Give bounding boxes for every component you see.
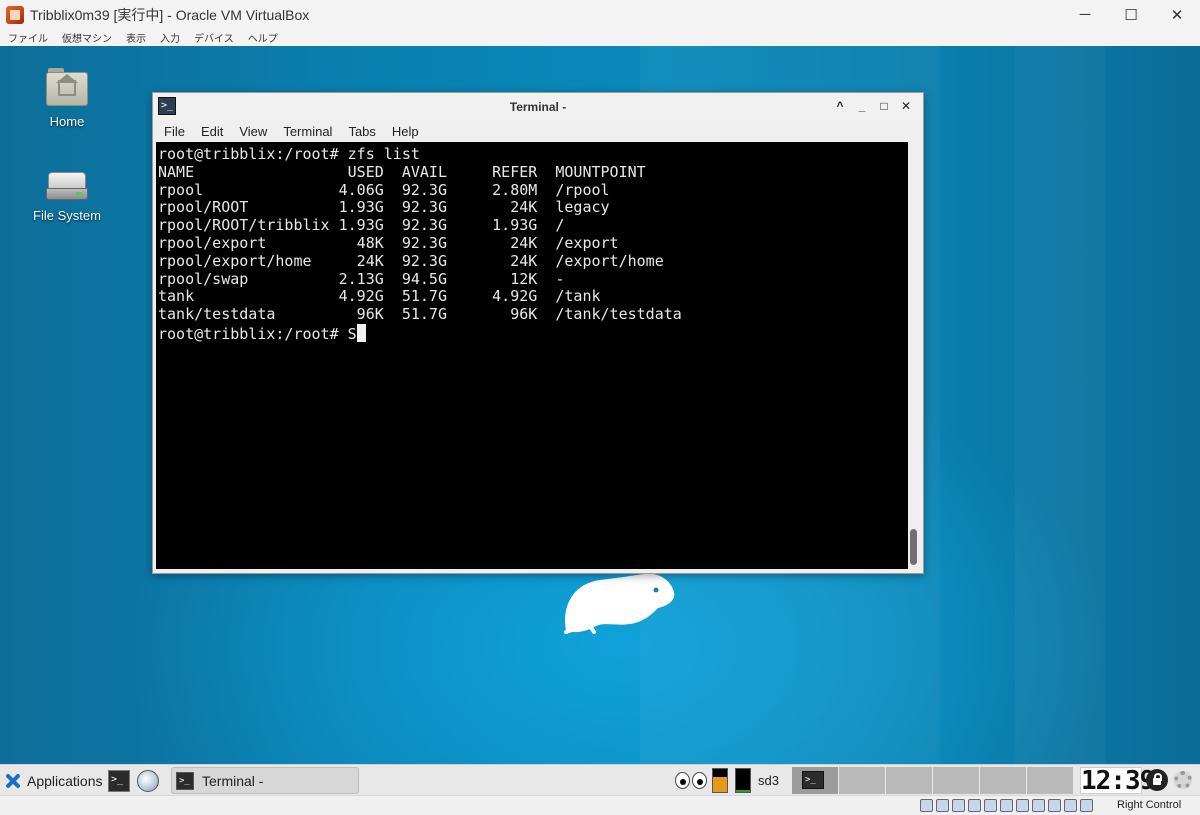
host-minimize-button[interactable]: ─ xyxy=(1062,0,1108,29)
zfs-table-row: rpool/ROOT 1.93G 92.3G 24K legacy xyxy=(158,198,610,217)
host-menu-input[interactable]: 入力 xyxy=(160,30,180,45)
gear-icon[interactable] xyxy=(1174,771,1192,789)
terminal-icon: >_ xyxy=(802,771,824,789)
terminal-titlebar[interactable]: >_ Terminal - ^ _ □ ✕ xyxy=(153,93,923,120)
host-menubar: ファイル 仮想マシン 表示 入力 デバイス ヘルプ xyxy=(0,29,1200,46)
cpu-monitor-level xyxy=(713,777,727,792)
text-cursor xyxy=(356,323,366,342)
applications-menu-button[interactable]: Applications xyxy=(4,769,103,792)
disk-monitor xyxy=(735,768,751,793)
host-maximize-button[interactable]: ☐ xyxy=(1108,0,1154,29)
cpu-icon[interactable] xyxy=(1048,799,1061,812)
hard-disk-icon[interactable] xyxy=(920,799,933,812)
host-menu-view[interactable]: 表示 xyxy=(126,30,146,45)
workspace-switcher: >_ xyxy=(792,767,1078,794)
network-icon[interactable] xyxy=(968,799,981,812)
workspace-1[interactable]: >_ xyxy=(792,767,839,794)
terminal-rollup-button[interactable]: ^ xyxy=(829,97,851,115)
web-browser-launcher-icon[interactable] xyxy=(137,770,159,792)
desktop-icon-label: File System xyxy=(33,208,101,223)
terminal-window[interactable]: >_ Terminal - ^ _ □ ✕ File Edit View Ter… xyxy=(152,92,924,574)
terminal-window-controls: ^ _ □ ✕ xyxy=(829,97,917,115)
terminal-menu-tabs[interactable]: Tabs xyxy=(348,124,375,139)
terminal-scrollbar[interactable] xyxy=(908,142,920,569)
host-window-controls: ─ ☐ ✕ xyxy=(1062,0,1200,29)
mouse-integration-icon[interactable] xyxy=(1064,799,1077,812)
terminal-menu-edit[interactable]: Edit xyxy=(201,124,223,139)
terminal-menu-file[interactable]: File xyxy=(164,124,185,139)
terminal-output-area[interactable]: root@tribblix:/root# zfs list NAME USED A… xyxy=(156,142,908,569)
xeyes-icon xyxy=(675,770,709,790)
disk-monitor-level xyxy=(736,789,750,792)
terminal-text: root@tribblix:/root# zfs list NAME USED A… xyxy=(158,145,682,344)
xfce-logo-icon xyxy=(4,772,22,790)
terminal-menu-view[interactable]: View xyxy=(239,124,267,139)
zfs-table-row: tank/testdata 96K 51.7G 96K /tank/testda… xyxy=(158,305,682,324)
shared-folders-icon[interactable] xyxy=(1000,799,1013,812)
terminal-menu-terminal[interactable]: Terminal xyxy=(283,124,332,139)
workspace-5[interactable] xyxy=(980,767,1027,794)
terminal-icon: >_ xyxy=(176,771,194,790)
terminal-current-prompt[interactable]: root@tribblix:/root# S xyxy=(158,323,682,344)
host-menu-help[interactable]: ヘルプ xyxy=(248,30,278,45)
zfs-table-row: rpool 4.06G 92.3G 2.80M /rpool xyxy=(158,180,610,199)
optical-drive-icon[interactable] xyxy=(936,799,949,812)
applications-label: Applications xyxy=(27,772,103,789)
panel-clock[interactable]: 12:39 xyxy=(1080,767,1155,795)
host-titlebar: Tribblix0m39 [実行中] - Oracle VM VirtualBo… xyxy=(0,0,1200,29)
zfs-table-row: rpool/export/home 24K 92.3G 24K /export/… xyxy=(158,251,664,270)
desktop-icon-label: Home xyxy=(49,114,85,129)
host-menu-machine[interactable]: 仮想マシン xyxy=(62,30,112,45)
xfce-mouse-logo xyxy=(564,573,675,634)
zfs-table-row: tank 4.92G 51.7G 4.92G /tank xyxy=(158,287,601,306)
prompt-text: root@tribblix:/root# xyxy=(158,324,348,343)
workspace-3[interactable] xyxy=(886,767,933,794)
disk-monitor-label: sd3 xyxy=(758,773,779,788)
usb-icon[interactable] xyxy=(984,799,997,812)
host-menu-devices[interactable]: デバイス xyxy=(194,30,234,45)
guest-desktop[interactable]: Home File System >_ Terminal - ^ _ □ ✕ F… xyxy=(0,46,1200,764)
terminal-launcher-icon[interactable]: >_ xyxy=(108,770,130,792)
host-statusbar: Right Control xyxy=(0,795,1200,815)
workspace-2[interactable] xyxy=(839,767,886,794)
desktop-icon-home[interactable]: Home xyxy=(22,68,112,129)
workspace-6[interactable] xyxy=(1027,767,1074,794)
home-folder-icon xyxy=(46,68,88,108)
terminal-menubar: File Edit View Terminal Tabs Help xyxy=(153,120,923,142)
zfs-table-row: rpool/export 48K 92.3G 24K /export xyxy=(158,233,619,252)
host-close-button[interactable]: ✕ xyxy=(1154,0,1200,29)
display-icon[interactable] xyxy=(1016,799,1029,812)
terminal-minimize-button[interactable]: _ xyxy=(851,97,873,115)
wallpaper-stripe xyxy=(1015,46,1105,764)
bottom-panel: Applications >_ >_ Terminal - sd3 >_ 12:… xyxy=(0,764,1200,795)
desktop-icon-file-system[interactable]: File System xyxy=(22,172,112,223)
host-key-label: Right Control xyxy=(1117,799,1182,811)
zfs-table-row: rpool/swap 2.13G 94.5G 12K - xyxy=(158,269,565,288)
audio-icon[interactable] xyxy=(952,799,965,812)
cpu-monitor xyxy=(712,768,728,793)
terminal-window-title: Terminal - xyxy=(509,100,567,114)
keyboard-icon[interactable] xyxy=(1080,799,1093,812)
terminal-command-line: root@tribblix:/root# zfs list xyxy=(158,145,420,163)
taskbar-terminal-button[interactable]: >_ Terminal - xyxy=(171,767,359,794)
zfs-table-header: NAME USED AVAIL REFER MOUNTPOINT xyxy=(158,162,646,181)
terminal-menu-help[interactable]: Help xyxy=(392,124,419,139)
host-menu-file[interactable]: ファイル xyxy=(8,30,48,45)
drive-icon xyxy=(46,172,88,202)
virtualbox-app-icon xyxy=(6,5,24,24)
video-capture-icon[interactable] xyxy=(1032,799,1045,812)
terminal-maximize-button[interactable]: □ xyxy=(873,97,895,115)
host-status-icons xyxy=(920,799,1096,812)
lock-screen-icon[interactable] xyxy=(1146,769,1168,791)
zfs-list-table: NAME USED AVAIL REFER MOUNTPOINT rpool 4.… xyxy=(158,162,682,324)
host-window-title: Tribblix0m39 [実行中] - Oracle VM VirtualBo… xyxy=(30,6,310,23)
typed-input: S xyxy=(347,324,357,343)
taskbar-item-label: Terminal - xyxy=(202,772,264,789)
terminal-close-button[interactable]: ✕ xyxy=(895,97,917,115)
workspace-4[interactable] xyxy=(933,767,980,794)
zfs-table-row: rpool/ROOT/tribblix 1.93G 92.3G 1.93G / xyxy=(158,216,565,235)
terminal-scrollbar-thumb[interactable] xyxy=(910,529,917,565)
